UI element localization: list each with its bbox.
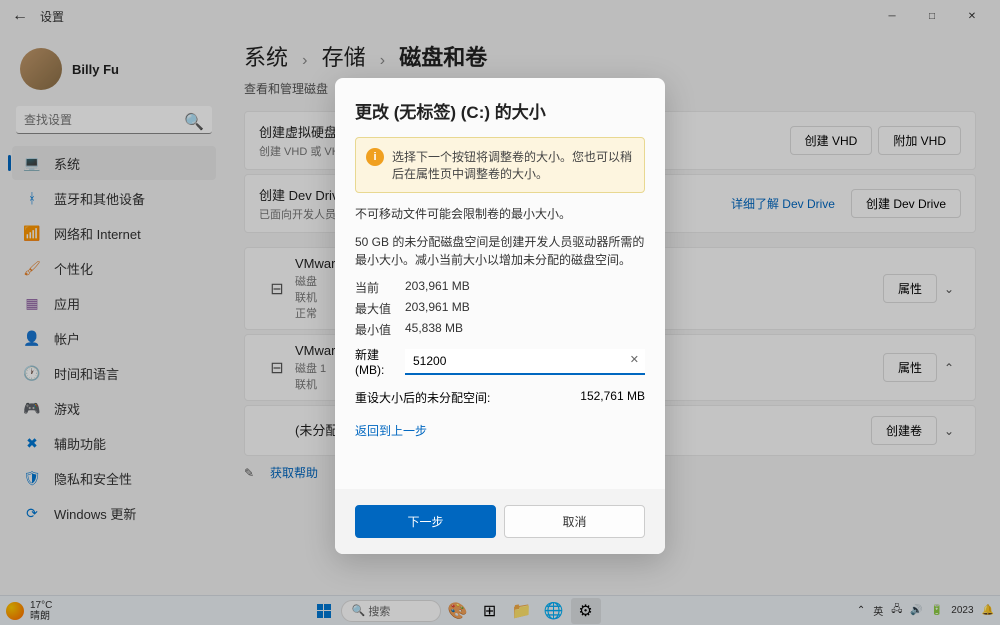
modal-title: 更改 (无标签) (C:) 的大小 [355, 98, 645, 123]
modal-note: 不可移动文件可能会限制卷的最小大小。 [355, 205, 645, 223]
modal-note: 50 GB 的未分配磁盘空间是创建开发人员驱动器所需的最小大小。减小当前大小以增… [355, 233, 645, 269]
modal-warning: i 选择下一个按钮将调整卷的大小。您也可以稍后在属性页中调整卷的大小。 [355, 137, 645, 193]
next-button[interactable]: 下一步 [355, 505, 496, 538]
cancel-button[interactable]: 取消 [504, 505, 645, 538]
new-size-input[interactable] [405, 349, 645, 375]
new-size-label: 新建(MB): [355, 346, 405, 377]
modal-overlay: 更改 (无标签) (C:) 的大小 i 选择下一个按钮将调整卷的大小。您也可以稍… [0, 0, 1000, 625]
resize-volume-dialog: 更改 (无标签) (C:) 的大小 i 选择下一个按钮将调整卷的大小。您也可以稍… [335, 78, 665, 554]
clear-input-icon[interactable]: ✕ [630, 353, 639, 366]
warning-icon: i [366, 148, 384, 166]
back-link[interactable]: 返回到上一步 [355, 422, 427, 439]
